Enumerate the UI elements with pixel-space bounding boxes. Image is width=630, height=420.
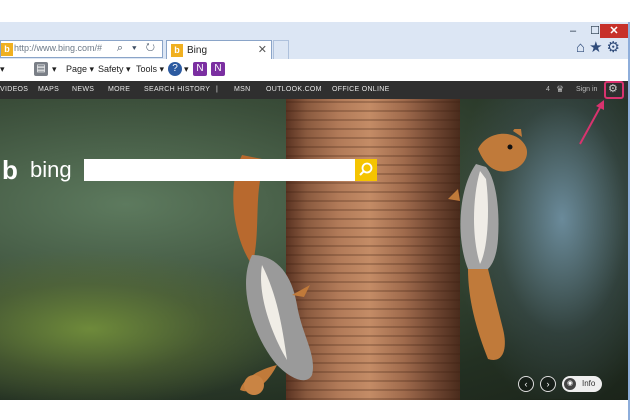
bing-logo-mark: b (2, 155, 18, 185)
browser-toolbar-icons: ⌂★⚙ (576, 38, 624, 56)
nav-maps[interactable]: MAPS (38, 86, 59, 93)
tab-bing[interactable]: b Bing ✕ (166, 40, 272, 60)
bottom-blank-area (0, 400, 628, 420)
print-dropdown-icon[interactable]: ▾ (52, 64, 57, 75)
new-tab-button[interactable] (273, 40, 289, 60)
tools-menu[interactable]: Tools ▾ (136, 64, 164, 75)
nav-more[interactable]: MORE (108, 86, 130, 93)
settings-highlight-box (604, 81, 624, 99)
address-url[interactable]: http://www.bing.com/# (14, 43, 102, 53)
safety-menu[interactable]: Safety ▾ (98, 64, 131, 75)
close-button[interactable]: ✕ (600, 24, 628, 38)
rewards-icon[interactable]: ♛ (556, 84, 564, 95)
hero-background-image (0, 99, 628, 400)
window-top-area (0, 0, 630, 22)
minimize-button[interactable]: – (562, 24, 584, 38)
camera-icon: ◉ (564, 378, 576, 390)
nav-news[interactable]: NEWS (72, 86, 94, 93)
nav-divider: | (216, 86, 219, 93)
nav-videos[interactable]: VIDEOS (0, 86, 28, 93)
home-icon[interactable]: ⌂ (576, 39, 589, 56)
search-icon (359, 162, 373, 176)
bing-logo-text: bing (30, 157, 72, 182)
help-icon[interactable]: ? (168, 62, 182, 76)
nav-search-history[interactable]: SEARCH HISTORY (144, 86, 210, 93)
annotation-arrow-icon (579, 100, 604, 145)
settings-icon[interactable]: ⚙ (607, 39, 624, 56)
info-label: Info (582, 379, 596, 388)
onenote-icon[interactable]: N (193, 62, 207, 76)
tab-title: Bing (187, 45, 208, 56)
page-menu[interactable]: Page ▾ (66, 64, 94, 75)
bing-nav-bar: VIDEOS MAPS NEWS MORE SEARCH HISTORY | M… (0, 81, 628, 99)
bing-logo[interactable]: b bing (0, 157, 80, 183)
nav-office-online[interactable]: OFFICE ONLINE (332, 86, 390, 93)
next-image-button[interactable]: › (540, 376, 556, 392)
onenote-linked-icon[interactable]: N (211, 62, 225, 76)
previous-image-button[interactable]: ‹ (518, 376, 534, 392)
bing-tab-icon: b (171, 44, 183, 57)
sign-in-link[interactable]: Sign in (576, 86, 597, 93)
nav-outlook[interactable]: OUTLOOK.COM (266, 86, 322, 93)
search-button[interactable] (355, 159, 377, 181)
command-bar: ▾ ▤ ▾ Page ▾ Safety ▾ Tools ▾ ? ▾ N N (0, 59, 628, 82)
help-dropdown-icon[interactable]: ▾ (184, 64, 189, 75)
cmd-dropdown-icon[interactable]: ▾ (0, 64, 5, 75)
address-actions[interactable]: ⌕ ▾ ↻ (117, 42, 158, 55)
squirrel-left-image (233, 155, 314, 395)
nav-msn[interactable]: MSN (234, 86, 250, 93)
search-input[interactable] (84, 159, 355, 181)
address-bar[interactable]: b http://www.bing.com/# ⌕ ▾ ↻ (0, 40, 163, 58)
tab-close-icon[interactable]: ✕ (258, 43, 267, 56)
rewards-count: 4 (546, 86, 550, 93)
bing-favicon-icon: b (1, 43, 13, 56)
print-icon[interactable]: ▤ (34, 62, 48, 76)
favorites-icon[interactable]: ★ (589, 39, 606, 56)
image-info-button[interactable]: ◉ Info (562, 376, 602, 392)
squirrel-right-image (448, 129, 528, 360)
